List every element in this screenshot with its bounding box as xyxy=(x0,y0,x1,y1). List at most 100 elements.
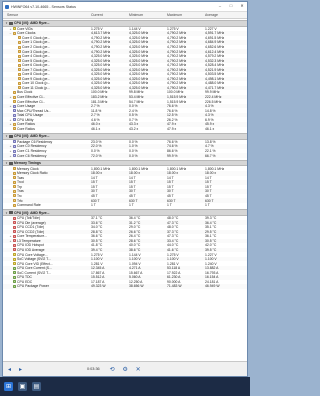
settings-icon[interactable]: ⚙ xyxy=(121,365,130,374)
group-label: ▾ CPU [#0]: AMD Ryze... xyxy=(3,211,89,215)
power-sensor-icon xyxy=(12,275,16,279)
start-icon[interactable]: ⊞ xyxy=(4,382,13,391)
group-label: ▾ CPU [#0]: AMD Ryze... xyxy=(3,134,89,138)
value-average: 66.7 % xyxy=(205,153,216,158)
group-label-text: CPU [#0]: AMD Ryze... xyxy=(14,134,50,139)
sensor-row[interactable]: Command Rate 1 T 1 T 1 T 1 T xyxy=(3,203,247,208)
power-sensor-icon xyxy=(12,271,16,275)
clock-sensor-icon xyxy=(12,180,16,184)
load-sensor-icon xyxy=(12,149,16,153)
value-maximum: 47.9 x xyxy=(167,126,177,131)
value-current: 1 T xyxy=(91,203,96,208)
header-maximum[interactable]: Maximum xyxy=(165,13,203,17)
sensor-name: Core Ratios xyxy=(3,127,89,131)
sensor-label: Core C6 Residency xyxy=(17,153,47,158)
value-average: 46.1 x xyxy=(205,126,215,131)
sensor-name: Command Rate xyxy=(3,203,89,207)
minimize-button[interactable]: – xyxy=(216,3,224,9)
clock-sensor-icon xyxy=(12,199,16,202)
clock-sensor-icon xyxy=(12,185,16,189)
clock-sensor-icon xyxy=(12,194,16,198)
header-minimum[interactable]: Minimum xyxy=(127,13,165,17)
title-bar[interactable]: HWiNFO64 v7.10-4665 - Sensors Status – □… xyxy=(3,2,247,12)
value-minimum: 43.2 x xyxy=(129,126,139,131)
value-minimum: 38.656 W xyxy=(129,284,144,289)
sensor-label: Command Rate xyxy=(17,203,41,208)
clock-sensor-icon xyxy=(17,86,21,90)
collapse-arrow-icon[interactable]: ▾ xyxy=(5,21,8,25)
collapse-arrow-icon[interactable]: ▾ xyxy=(5,211,8,215)
clock-sensor-icon xyxy=(17,45,21,49)
load-sensor-icon xyxy=(12,144,16,148)
group-label: ▾ CPU [#0]: AMD Ryze... xyxy=(3,21,89,25)
sensor-label: CPU Package Power xyxy=(17,284,49,289)
reset-icon[interactable]: ⟲ xyxy=(108,365,117,374)
header-average[interactable]: Average xyxy=(203,13,241,17)
forward-arrow-icon[interactable]: ▸ xyxy=(16,365,25,374)
collapse-arrow-icon[interactable]: ▾ xyxy=(5,161,8,165)
group-label: ▾ Memory Timings xyxy=(3,161,89,165)
value-current: 46.1 x xyxy=(91,126,101,131)
value-current: 72.0 % xyxy=(91,153,102,158)
clock-sensor-icon xyxy=(12,31,16,35)
close-sensors-icon[interactable]: ✕ xyxy=(134,365,143,374)
clock-sensor-icon xyxy=(17,54,21,58)
temp-sensor-icon xyxy=(12,225,16,229)
elapsed-time: 0:03:36 xyxy=(87,367,100,371)
clock-sensor-icon xyxy=(17,36,21,40)
sensor-row[interactable]: CPU Package Power 49.323 W 38.656 W 71.483 … xyxy=(3,284,247,289)
temp-sensor-icon xyxy=(12,221,16,225)
clock-sensor-icon xyxy=(12,122,16,126)
group-label-text: CPU [#0]: AMD Ryze... xyxy=(14,21,50,26)
window-title: HWiNFO64 v7.10-4665 - Sensors Status xyxy=(11,4,76,9)
load-sensor-icon xyxy=(12,140,16,144)
back-arrow-icon[interactable]: ◂ xyxy=(5,365,14,374)
value-maximum: 71.483 W xyxy=(167,284,182,289)
chip-icon xyxy=(8,161,13,165)
clock-sensor-icon xyxy=(12,203,16,207)
maximize-button[interactable]: □ xyxy=(227,3,235,9)
close-button[interactable]: ✕ xyxy=(238,3,246,9)
clock-sensor-icon xyxy=(12,127,16,131)
taskbar-app-icon[interactable]: ▤ xyxy=(32,382,41,391)
temp-sensor-icon xyxy=(12,248,16,252)
temp-sensor-icon xyxy=(12,234,16,238)
load-sensor-icon xyxy=(12,154,16,158)
clock-sensor-icon xyxy=(12,167,16,171)
power-sensor-icon xyxy=(12,266,16,270)
sensor-row[interactable]: Core Ratios 46.1 x 43.2 x 47.9 x 46.1 x xyxy=(3,127,247,132)
clock-sensor-icon xyxy=(17,63,21,67)
collapse-arrow-icon[interactable]: ▾ xyxy=(5,134,8,138)
header-sensor[interactable]: Sensor xyxy=(3,13,89,17)
volt-sensor-icon xyxy=(12,27,16,31)
temp-sensor-icon xyxy=(12,239,16,243)
clock-sensor-icon xyxy=(12,171,16,175)
sensor-list[interactable]: ▾ CPU [#0]: AMD Ryze... + Core VIDs 1.275 V1… xyxy=(3,18,247,362)
expand-toggle-icon[interactable]: + xyxy=(9,154,12,158)
load-sensor-icon xyxy=(12,104,16,108)
value-maximum: 1 T xyxy=(167,203,172,208)
value-average: 1 T xyxy=(205,203,210,208)
header-current[interactable]: Current xyxy=(89,13,127,17)
value-maximum: 99.9 % xyxy=(167,153,178,158)
hwinfo-app-icon xyxy=(5,4,9,9)
volt-sensor-icon xyxy=(12,262,16,266)
clock-sensor-icon xyxy=(17,40,21,44)
sensor-row[interactable]: + Core C6 Residency 72.0 % 0.0 % 99.9 % 66.7 … xyxy=(3,153,247,158)
clock-sensor-icon xyxy=(12,189,16,193)
sensor-label: Core Ratios xyxy=(17,126,35,131)
chip-icon xyxy=(8,211,13,215)
chip-icon xyxy=(8,134,13,138)
clock-sensor-icon xyxy=(17,50,21,54)
temp-sensor-icon xyxy=(12,216,16,220)
value-minimum: 1 T xyxy=(129,203,134,208)
taskbar-app-icon[interactable]: ▣ xyxy=(18,382,27,391)
sensor-name: CPU Package Power xyxy=(3,284,89,288)
temp-sensor-icon xyxy=(12,230,16,234)
load-sensor-icon xyxy=(12,109,16,113)
volt-sensor-icon xyxy=(12,257,16,261)
value-average: 46.949 W xyxy=(205,284,220,289)
power-sensor-icon xyxy=(12,284,16,288)
clock-sensor-icon xyxy=(12,95,16,99)
value-current: 49.323 W xyxy=(91,284,106,289)
